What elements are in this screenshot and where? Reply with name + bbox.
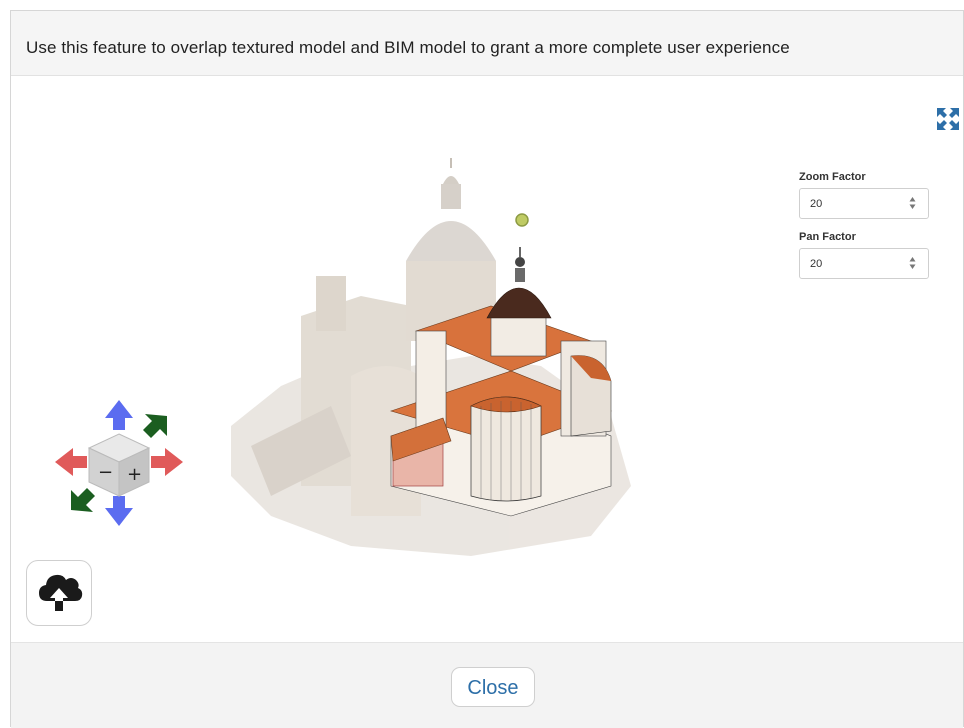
church-3d-model[interactable] bbox=[211, 156, 641, 556]
zoom-out-icon[interactable]: − bbox=[98, 462, 113, 483]
pan-down-arrow[interactable] bbox=[105, 496, 133, 526]
pan-left-arrow[interactable] bbox=[55, 448, 87, 476]
dialog-footer: Close bbox=[11, 642, 963, 728]
pan-factor-value: 20 bbox=[810, 258, 823, 270]
spinner-icon[interactable] bbox=[909, 255, 916, 271]
pan-up-arrow[interactable] bbox=[105, 400, 133, 430]
zoom-factor-label: Zoom Factor bbox=[799, 171, 866, 183]
pan-factor-label: Pan Factor bbox=[799, 231, 856, 243]
upload-model-button[interactable] bbox=[26, 560, 92, 626]
expand-arrows-icon[interactable] bbox=[935, 106, 961, 132]
model-viewer[interactable]: Zoom Factor 20 Pan Factor 20 − + bbox=[11, 76, 963, 642]
factor-controls: Zoom Factor 20 Pan Factor 20 bbox=[799, 171, 931, 291]
pan-right-arrow[interactable] bbox=[151, 448, 183, 476]
dialog-header: Use this feature to overlap textured mod… bbox=[11, 11, 963, 76]
zoom-factor-input[interactable]: 20 bbox=[799, 188, 929, 219]
spinner-icon[interactable] bbox=[909, 195, 916, 211]
cloud-upload-icon bbox=[39, 574, 83, 611]
rotate-back-arrow[interactable] bbox=[71, 488, 95, 512]
close-button[interactable]: Close bbox=[451, 667, 535, 707]
pan-factor-input[interactable]: 20 bbox=[799, 248, 929, 279]
zoom-in-icon[interactable]: + bbox=[127, 464, 142, 485]
dialog-title: Use this feature to overlap textured mod… bbox=[26, 38, 790, 57]
dialog: Use this feature to overlap textured mod… bbox=[10, 10, 964, 728]
navigation-cube-icon[interactable]: − + bbox=[55, 398, 183, 528]
zoom-factor-value: 20 bbox=[810, 198, 823, 210]
rotate-forward-arrow[interactable] bbox=[143, 414, 167, 438]
